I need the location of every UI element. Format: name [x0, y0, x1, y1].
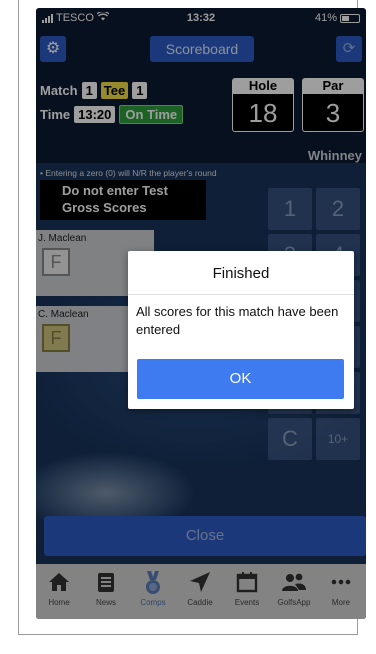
- tab-news[interactable]: News: [83, 570, 129, 607]
- hole-label: Hole: [232, 78, 294, 94]
- tab-label: Caddie: [187, 598, 213, 607]
- ok-button[interactable]: OK: [137, 359, 344, 399]
- hole-display: Hole 18: [232, 78, 294, 132]
- tab-label: News: [95, 598, 116, 607]
- gear-icon: ⚙: [45, 40, 61, 57]
- finished-dialog: Finished All scores for this match have …: [128, 251, 354, 409]
- settings-button[interactable]: ⚙: [40, 36, 66, 62]
- tab-home[interactable]: Home: [36, 570, 82, 607]
- tab-label: Comps: [140, 598, 166, 607]
- score-box[interactable]: F: [42, 248, 70, 276]
- tab-bar: Home News Comps Caddie Events GolfsApp M…: [36, 564, 366, 619]
- match-label: Match: [40, 82, 78, 98]
- tee-label: Tee: [100, 81, 129, 99]
- key-2[interactable]: 2: [316, 188, 360, 230]
- par-value: 3: [302, 94, 364, 132]
- medal-icon: [130, 570, 176, 596]
- more-dots-icon: [318, 570, 364, 596]
- key-10-plus[interactable]: 10+: [316, 418, 360, 460]
- scoreboard-button[interactable]: Scoreboard: [150, 36, 254, 62]
- key-clear[interactable]: C: [268, 418, 312, 460]
- time-label: Time: [40, 106, 71, 122]
- match-value: 1: [81, 81, 97, 99]
- tab-golfsapp[interactable]: GolfsApp: [271, 570, 317, 607]
- news-icon: [83, 570, 129, 596]
- score-box[interactable]: F: [42, 324, 70, 352]
- warning-banner: Do not enter Test Gross Scores: [40, 180, 206, 220]
- tab-more[interactable]: More: [318, 570, 364, 607]
- close-button[interactable]: Close: [44, 516, 366, 556]
- home-icon: [36, 570, 82, 596]
- location-arrow-icon: [177, 570, 223, 596]
- tab-events[interactable]: Events: [224, 570, 270, 607]
- battery-icon: [340, 13, 360, 23]
- tab-label: Home: [48, 598, 70, 607]
- refresh-icon: ⟳: [342, 40, 356, 57]
- tab-label: More: [331, 598, 351, 607]
- player-header: Whinney: [307, 148, 362, 163]
- tab-label: GolfsApp: [277, 598, 311, 607]
- hole-value: 18: [232, 94, 294, 132]
- key-1[interactable]: 1: [268, 188, 312, 230]
- par-label: Par: [302, 78, 364, 94]
- tab-label: Events: [234, 598, 260, 607]
- player-name: J. Maclean: [38, 233, 87, 244]
- zero-note: • Entering a zero (0) will N/R the playe…: [40, 168, 217, 178]
- top-toolbar: ⚙ Scoreboard ⟳: [36, 34, 366, 64]
- dialog-message: All scores for this match have been ente…: [136, 304, 339, 337]
- tab-comps[interactable]: Comps: [130, 570, 176, 607]
- on-time-badge: On Time: [119, 104, 184, 124]
- par-display: Par 3: [302, 78, 364, 132]
- refresh-button[interactable]: ⟳: [336, 36, 362, 62]
- status-bar: TESCO 13:32 41%: [36, 8, 366, 30]
- calendar-icon: [224, 570, 270, 596]
- dialog-title: Finished: [128, 251, 354, 295]
- tab-caddie[interactable]: Caddie: [177, 570, 223, 607]
- warning-line-2: Gross Scores: [62, 200, 147, 215]
- tee-value: 1: [132, 81, 148, 99]
- battery-percent: 41%: [314, 12, 337, 24]
- people-icon: [271, 570, 317, 596]
- phone-screen: TESCO 13:32 41% ⚙ Scoreboard ⟳ Match 1 T…: [36, 8, 366, 619]
- time-value: 13:20: [74, 105, 116, 123]
- warning-line-1: Do not enter Test: [62, 183, 168, 198]
- match-info: Match 1 Tee 1 Time 13:20 On Time: [40, 80, 184, 128]
